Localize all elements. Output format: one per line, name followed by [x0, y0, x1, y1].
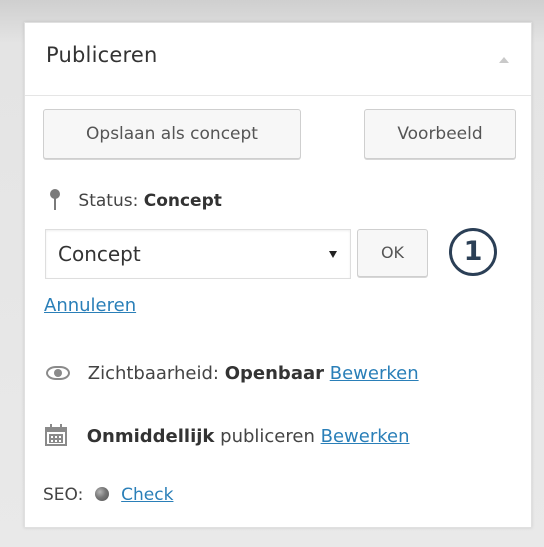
collapse-up-icon[interactable] [499, 57, 509, 63]
eye-icon [46, 366, 70, 380]
seo-label: SEO: [43, 485, 84, 505]
status-select-value: Concept [58, 242, 141, 266]
page: Publiceren Opslaan als concept Voorbeeld… [0, 0, 544, 547]
cancel-link[interactable]: Annuleren [44, 295, 136, 316]
status-select[interactable]: Concept [45, 229, 351, 279]
visibility-label: Zichtbaarheid: [87, 363, 219, 384]
save-draft-button[interactable]: Opslaan als concept [43, 109, 301, 159]
schedule-label: publiceren [220, 426, 315, 447]
status-row: Status: Concept [49, 189, 222, 211]
visibility-value: Openbaar [224, 363, 324, 384]
ok-button[interactable]: OK [357, 229, 428, 277]
schedule-value: Onmiddellijk [86, 426, 215, 447]
panel-header[interactable]: Publiceren [25, 23, 531, 96]
publish-panel: Publiceren Opslaan als concept Voorbeeld… [24, 22, 532, 528]
visibility-row: Zichtbaarheid: Openbaar Bewerken [46, 363, 419, 384]
schedule-edit-link[interactable]: Bewerken [321, 426, 410, 447]
step-number-badge: 1 [449, 228, 497, 276]
preview-button[interactable]: Voorbeeld [364, 109, 516, 159]
seo-status-dot-icon [94, 487, 109, 501]
schedule-row: Onmiddellijk publiceren Bewerken [45, 424, 410, 447]
pin-icon [49, 189, 61, 211]
visibility-edit-link[interactable]: Bewerken [330, 363, 419, 384]
status-value: Concept [143, 191, 222, 211]
panel-title: Publiceren [46, 43, 158, 67]
calendar-icon [45, 424, 67, 446]
dropdown-arrow-icon [329, 251, 337, 258]
seo-row: SEO: Check [43, 485, 173, 505]
seo-check-link[interactable]: Check [121, 485, 173, 505]
status-label: Status: [78, 191, 139, 211]
